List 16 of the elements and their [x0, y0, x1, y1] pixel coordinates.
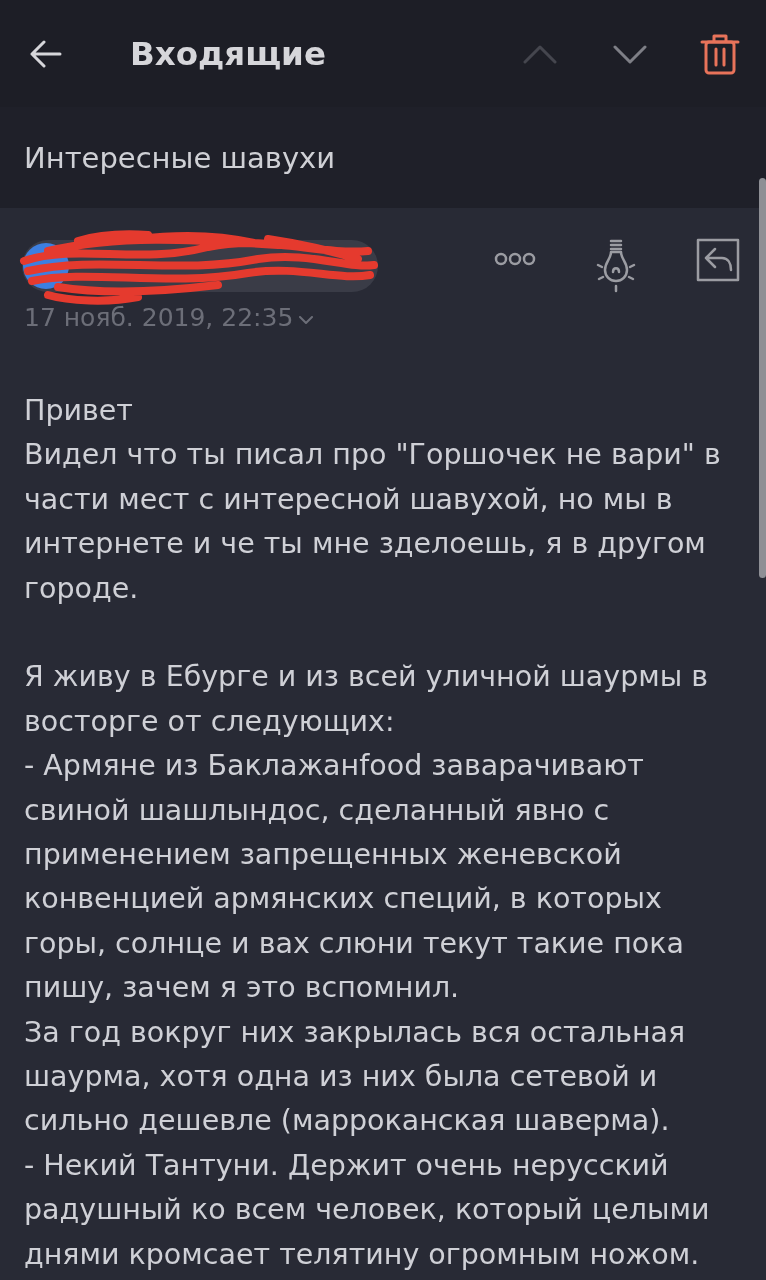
- chevron-down-icon[interactable]: [613, 43, 647, 64]
- lightbulb-icon[interactable]: [596, 239, 636, 293]
- caret-icon: [299, 315, 314, 325]
- message-paragraph: За год вокруг них закрылась вся остальная шаурма, хотя одна из них была сетевой и сильно дешевле (марроканская шаверма).: [24, 1014, 687, 1140]
- message-paragraph: Привет: [24, 393, 134, 429]
- date-toggle[interactable]: 17 нояб. 2019, 22:35: [22, 302, 316, 334]
- folder-title: Входящие: [130, 34, 327, 73]
- message-paragraph: Я живу в Ебурге и из всей уличной шаурмы в восторге от следующих:: [24, 659, 710, 740]
- trash-icon[interactable]: [700, 32, 740, 75]
- reply-icon[interactable]: [696, 238, 740, 282]
- arrow-left-icon[interactable]: [30, 39, 62, 68]
- message-subject: Интересные шавухи: [24, 140, 336, 175]
- message-paragraph: - Некий Тантуни. Держит очень нерусский радушный ко всем человек, который целыми днями кромсает телятину огромным ножом.: [24, 1147, 711, 1273]
- message-paragraph: - Армяне из Баклажанfood заварачивают свиной шашлындос, сделанный явно с применением запрещенных женевской конвенцией армянских специй, в которых горы, солнце и вах слюни текут такие пока пишу, зачем я это вспомнил.: [24, 748, 685, 1007]
- message-paragraph: Видел что ты писал про "Горшочек не вари" в части мест с интересной шавухой, но мы в интернете и че ты мне зделоешь, я в другом городе.: [24, 437, 722, 607]
- more-icon[interactable]: [494, 252, 536, 266]
